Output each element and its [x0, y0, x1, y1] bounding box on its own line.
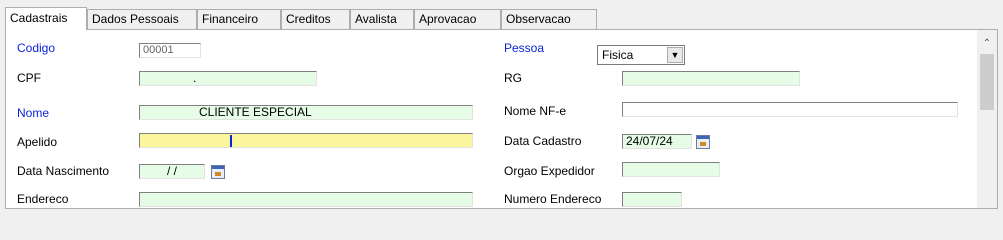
tab-aprovacao[interactable]: Aprovacao — [414, 9, 501, 29]
data-cadastro-label: Data Cadastro — [504, 134, 582, 148]
scrollbar-thumb[interactable] — [980, 54, 994, 110]
data-nascimento-field[interactable]: / / — [139, 164, 205, 179]
pessoa-select[interactable]: Fisica ▼ — [597, 45, 685, 65]
tab-financeiro[interactable]: Financeiro — [197, 9, 281, 29]
tab-dados-pessoais[interactable]: Dados Pessoais — [87, 9, 197, 29]
tab-avalista[interactable]: Avalista — [350, 9, 414, 29]
data-cadastro-field[interactable]: 24/07/24 — [622, 134, 692, 149]
endereco-label: Endereco — [17, 192, 69, 206]
nome-nfe-label: Nome NF-e — [504, 104, 567, 118]
cadastrais-panel: Codigo 00001 CPF . Nome CLIENTE ESPECIAL… — [5, 29, 998, 209]
pessoa-select-value: Fisica — [602, 48, 634, 62]
rg-label: RG — [504, 71, 522, 85]
orgao-expedidor-field[interactable] — [622, 162, 720, 177]
nome-field[interactable]: CLIENTE ESPECIAL — [139, 105, 473, 120]
codigo-label: Codigo — [17, 41, 56, 55]
rg-field[interactable] — [622, 71, 800, 86]
apelido-field[interactable] — [139, 133, 473, 148]
scroll-up-arrow-icon[interactable]: ⌃ — [977, 36, 997, 52]
endereco-field[interactable] — [139, 192, 473, 207]
calendar-icon[interactable] — [696, 135, 710, 149]
pessoa-label: Pessoa — [504, 41, 545, 55]
data-nascimento-label: Data Nascimento — [17, 164, 110, 178]
codigo-field[interactable]: 00001 — [139, 43, 201, 58]
tab-creditos[interactable]: Creditos — [281, 9, 350, 29]
nome-label: Nome — [17, 106, 50, 120]
tab-observacao[interactable]: Observacao — [501, 9, 597, 29]
text-caret — [230, 135, 232, 147]
nome-nfe-field[interactable] — [622, 102, 958, 117]
numero-endereco-field[interactable] — [622, 192, 682, 207]
vertical-scrollbar[interactable]: ⌃ — [977, 30, 997, 208]
calendar-icon[interactable] — [211, 165, 225, 179]
apelido-label: Apelido — [17, 135, 58, 149]
cpf-field[interactable]: . — [139, 71, 317, 86]
orgao-expedidor-label: Orgao Expedidor — [504, 164, 595, 178]
cpf-label: CPF — [17, 71, 41, 85]
tab-cadastrais[interactable]: Cadastrais — [5, 7, 87, 30]
chevron-down-icon[interactable]: ▼ — [667, 47, 683, 63]
numero-endereco-label: Numero Endereco — [504, 192, 602, 206]
